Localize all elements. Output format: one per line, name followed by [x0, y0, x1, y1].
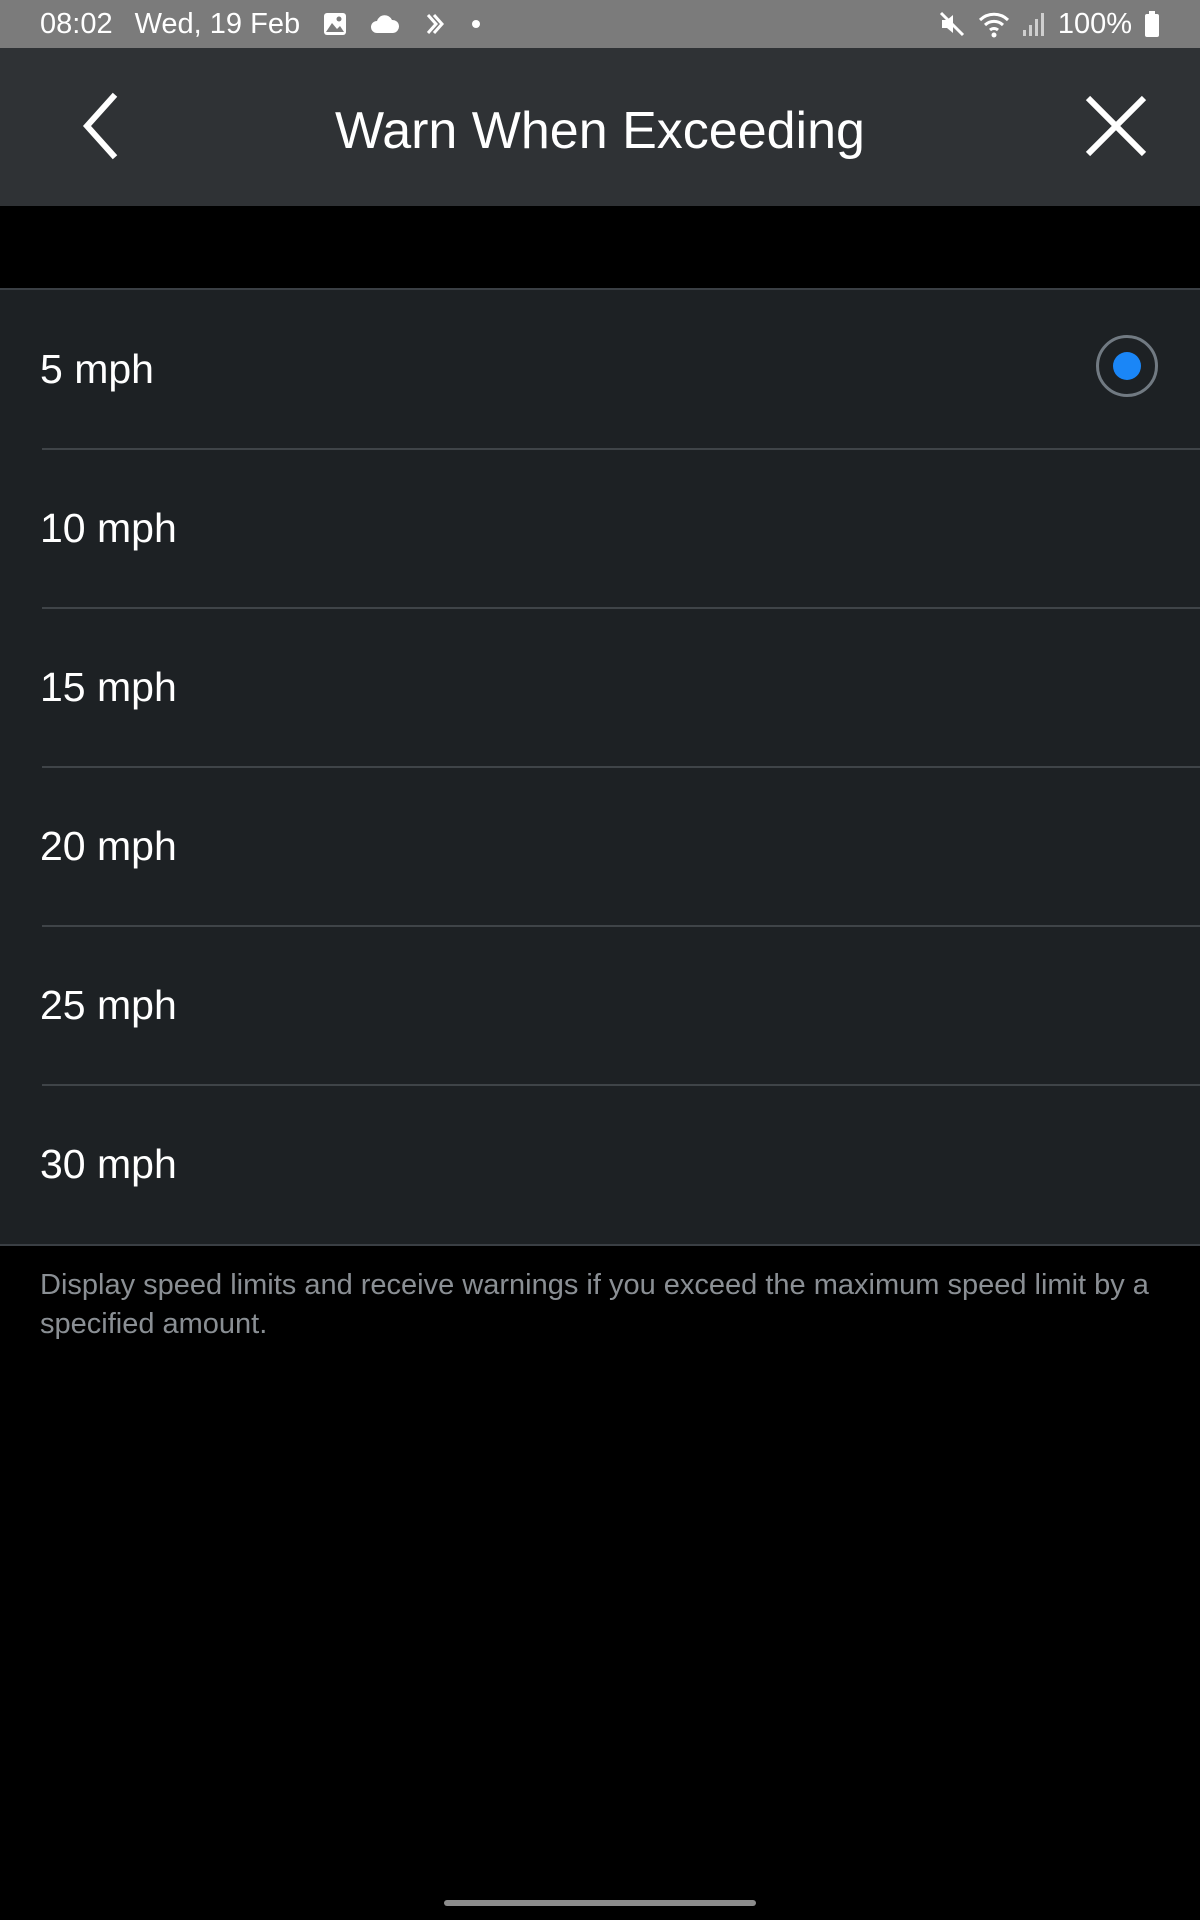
home-indicator[interactable] [444, 1900, 756, 1906]
mute-icon [938, 10, 966, 38]
speed-options-list: 5 mph 10 mph 15 mph 20 mph 25 mph 30 mph [0, 288, 1200, 1246]
status-right: 100% [938, 8, 1160, 41]
option-label: 5 mph [40, 346, 154, 392]
signal-icon [1022, 11, 1046, 37]
option-25-mph[interactable]: 25 mph [0, 925, 1200, 1085]
option-5-mph[interactable]: 5 mph [0, 290, 1200, 449]
close-icon [1084, 94, 1148, 163]
wifi-icon [978, 10, 1010, 38]
option-10-mph[interactable]: 10 mph [0, 448, 1200, 608]
close-button[interactable] [1076, 88, 1156, 168]
status-date: Wed, 19 Feb [134, 7, 301, 40]
battery-percent: 100% [1057, 7, 1132, 40]
sync-icon [422, 11, 448, 37]
cloud-icon [370, 13, 400, 35]
radio-dot [1113, 352, 1141, 380]
option-30-mph[interactable]: 30 mph [0, 1084, 1200, 1244]
option-label: 10 mph [40, 505, 177, 551]
option-15-mph[interactable]: 15 mph [0, 607, 1200, 767]
option-label: 25 mph [40, 982, 177, 1028]
status-bar: 08:02 Wed, 19 Feb 100% [0, 0, 1200, 48]
status-left: 08:02 Wed, 19 Feb [40, 8, 482, 41]
header-bar: Warn When Exceeding [0, 48, 1200, 206]
radio-selected-icon[interactable] [1096, 335, 1158, 397]
chevron-left-icon [75, 91, 125, 166]
status-time: 08:02 [40, 7, 113, 40]
option-label: 30 mph [40, 1141, 177, 1187]
option-20-mph[interactable]: 20 mph [0, 766, 1200, 926]
back-button[interactable] [60, 88, 140, 168]
gallery-icon [322, 11, 348, 37]
option-label: 15 mph [40, 664, 177, 710]
page-title: Warn When Exceeding [335, 102, 865, 160]
option-label: 20 mph [40, 823, 177, 869]
battery-icon [1144, 10, 1160, 38]
description-text: Display speed limits and receive warning… [40, 1269, 1149, 1340]
dot-icon [470, 18, 482, 30]
